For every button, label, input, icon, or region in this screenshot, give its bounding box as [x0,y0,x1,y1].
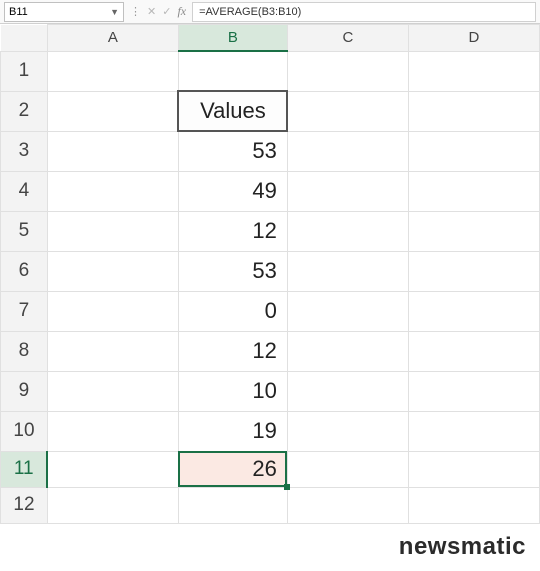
column-header-d[interactable]: D [408,25,539,52]
cell-c1[interactable] [287,51,408,91]
watermark-text: newsmatic [399,533,526,561]
cell-c4[interactable] [287,171,408,211]
cell-b12[interactable] [178,487,287,523]
cell-d2[interactable] [408,91,539,131]
cell-b7[interactable]: 0 [178,291,287,331]
cell-d10[interactable] [408,411,539,451]
separator-icon: ⋮ [130,5,141,18]
cell-b1[interactable] [178,51,287,91]
cell-c12[interactable] [287,487,408,523]
cell-d5[interactable] [408,211,539,251]
cell-a2[interactable] [47,91,178,131]
cell-c8[interactable] [287,331,408,371]
row-header-5[interactable]: 5 [1,211,48,251]
row-header-3[interactable]: 3 [1,131,48,171]
cell-d8[interactable] [408,331,539,371]
cell-d9[interactable] [408,371,539,411]
cell-c7[interactable] [287,291,408,331]
cell-a1[interactable] [47,51,178,91]
cell-a9[interactable] [47,371,178,411]
row-header-4[interactable]: 4 [1,171,48,211]
cell-c6[interactable] [287,251,408,291]
cell-b2[interactable]: Values [178,91,287,131]
cell-c10[interactable] [287,411,408,451]
row-header-7[interactable]: 7 [1,291,48,331]
cell-c2[interactable] [287,91,408,131]
name-box-dropdown-icon[interactable]: ▼ [110,7,119,17]
cell-a11[interactable] [47,451,178,487]
cell-b4[interactable]: 49 [178,171,287,211]
cell-b8[interactable]: 12 [178,331,287,371]
formula-bar-icons: ✕ ✓ fx [147,4,186,19]
column-header-a[interactable]: A [47,25,178,52]
cell-a8[interactable] [47,331,178,371]
cell-c9[interactable] [287,371,408,411]
cell-c3[interactable] [287,131,408,171]
row-header-12[interactable]: 12 [1,487,48,523]
formula-input[interactable] [192,2,536,22]
formula-bar: B11 ▼ ⋮ ✕ ✓ fx [0,0,540,24]
row-header-2[interactable]: 2 [1,91,48,131]
cell-d12[interactable] [408,487,539,523]
cell-a6[interactable] [47,251,178,291]
cell-a3[interactable] [47,131,178,171]
cell-a7[interactable] [47,291,178,331]
spreadsheet-grid[interactable]: A B C D 1 2 Values 3 53 4 49 5 12 [0,24,540,524]
cancel-icon[interactable]: ✕ [147,5,156,18]
cell-b6[interactable]: 53 [178,251,287,291]
name-box-value: B11 [9,6,28,18]
cell-d3[interactable] [408,131,539,171]
row-header-9[interactable]: 9 [1,371,48,411]
cell-a5[interactable] [47,211,178,251]
cell-b9[interactable]: 10 [178,371,287,411]
cell-d7[interactable] [408,291,539,331]
cell-d11[interactable] [408,451,539,487]
cell-d6[interactable] [408,251,539,291]
cell-d1[interactable] [408,51,539,91]
cell-a10[interactable] [47,411,178,451]
row-header-6[interactable]: 6 [1,251,48,291]
fx-icon[interactable]: fx [177,4,186,19]
cell-b11[interactable]: 26 [178,451,287,487]
row-header-11[interactable]: 11 [1,451,48,487]
row-header-1[interactable]: 1 [1,51,48,91]
enter-icon[interactable]: ✓ [162,5,171,18]
name-box[interactable]: B11 ▼ [4,2,124,22]
cell-b3[interactable]: 53 [178,131,287,171]
cell-a12[interactable] [47,487,178,523]
row-header-8[interactable]: 8 [1,331,48,371]
select-all-corner[interactable] [1,25,47,51]
cell-c11[interactable] [287,451,408,487]
cell-a4[interactable] [47,171,178,211]
cell-d4[interactable] [408,171,539,211]
column-header-b[interactable]: B [178,25,287,52]
cell-c5[interactable] [287,211,408,251]
cell-b10[interactable]: 19 [178,411,287,451]
column-header-c[interactable]: C [287,25,408,52]
row-header-10[interactable]: 10 [1,411,48,451]
cell-b5[interactable]: 12 [178,211,287,251]
